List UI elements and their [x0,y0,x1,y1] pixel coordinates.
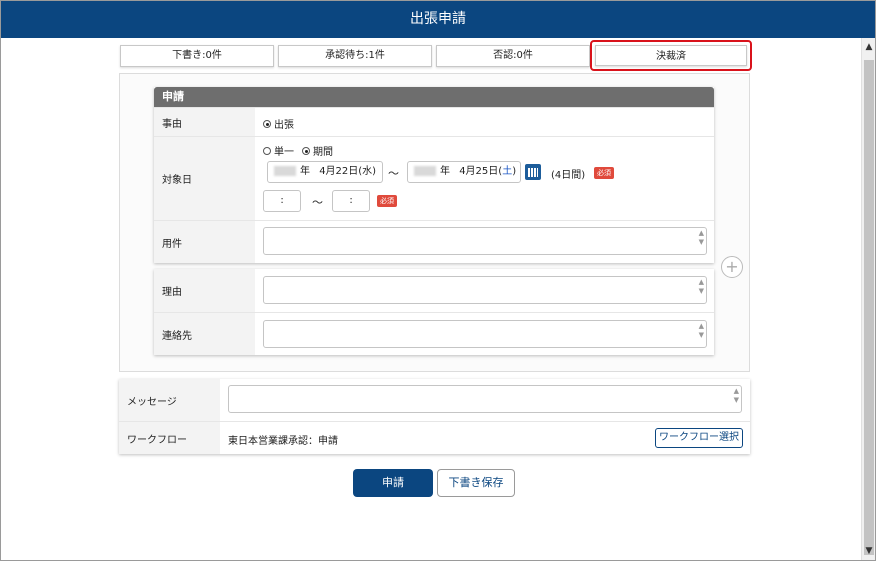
days-count: (4日間) [551,170,586,181]
start-date-field[interactable]: 年 4月22日(水) [267,161,383,183]
workflow-value: 東日本営業課承認：申請 [228,436,338,447]
radio-unselected-icon [263,147,271,155]
purpose-row: 理由 ▲ ▼ [154,269,714,312]
message-label: メッセージ [119,379,220,421]
end-date-suffix: ) [512,166,517,177]
purpose-textarea[interactable]: ▲ ▼ [263,276,707,304]
subject-row: 用件 ▲ ▼ [154,220,714,263]
message-row: メッセージ ▲ ▼ [119,379,750,421]
scrollbar-thumb[interactable] [864,60,874,555]
tab-approved-highlight[interactable]: 決裁済 [590,40,752,71]
scroll-down-icon[interactable]: ▼ [862,542,876,560]
date-range-separator: ～ [388,167,399,180]
date-mode-period-label: 期間 [313,147,333,158]
textarea-resize-icon: ▲ ▼ [698,322,704,339]
date-row: 対象日 単一 期間 年 4月22日(水) ～ 年 4月25日(土) (4日間) … [154,136,714,220]
start-time-field[interactable]: : [263,190,301,212]
purpose-label: 理由 [154,269,255,312]
contact-textarea[interactable]: ▲ ▼ [263,320,707,348]
end-date-field[interactable]: 年 4月25日(土) [407,161,521,183]
textarea-resize-icon: ▲ ▼ [698,278,704,295]
tab-rejected[interactable]: 否認:0件 [436,45,590,67]
date-mode-single-radio[interactable]: 単一 [263,143,294,158]
reason-label: 事由 [154,108,255,136]
detail-card: 理由 ▲ ▼ 連絡先 ▲ ▼ [154,269,714,355]
save-draft-button[interactable]: 下書き保存 [437,469,515,497]
start-year-suffix: 年 [300,166,310,177]
end-date-weekday: 土 [502,166,513,177]
add-item-icon[interactable]: + [721,256,743,278]
tab-pending-approval[interactable]: 承認待ち:1件 [278,45,432,67]
page-title: 出張申請 [1,1,875,38]
reason-radio[interactable]: 出張 [263,116,294,131]
end-time-field[interactable]: : [332,190,370,212]
start-date-value: 4月22日(水) [319,166,377,177]
tab-approved[interactable]: 決裁済 [595,45,747,66]
end-year-suffix: 年 [440,166,450,177]
start-year-redacted [274,166,296,176]
reason-row: 事由 出張 [154,107,714,136]
radio-selected-icon [263,120,271,128]
workflow-label: ワークフロー [119,422,220,454]
end-year-redacted [414,166,436,176]
date-mode-period-radio[interactable]: 期間 [302,143,333,158]
vertical-scrollbar[interactable]: ▲ ▼ [861,38,875,560]
subject-label: 用件 [154,221,255,263]
tab-draft[interactable]: 下書き:0件 [120,45,274,67]
application-card: 申請 事由 出張 対象日 単一 期間 年 4月22日(水) ～ 年 4月25日( [154,87,714,263]
textarea-resize-icon: ▲ ▼ [698,229,704,246]
workflow-select-button[interactable]: ワークフロー選択 [655,428,743,448]
contact-row: 連絡先 ▲ ▼ [154,312,714,355]
contact-label: 連絡先 [154,313,255,355]
date-label: 対象日 [154,137,255,220]
time-range-separator: ～ [312,196,323,209]
reason-option-label: 出張 [274,120,294,131]
required-badge-date: 必須 [594,167,614,179]
message-textarea[interactable]: ▲ ▼ [228,385,742,413]
radio-selected-icon [302,147,310,155]
scroll-up-icon[interactable]: ▲ [862,38,876,56]
textarea-resize-icon: ▲ ▼ [733,387,739,404]
calendar-icon[interactable] [525,164,541,180]
date-mode-single-label: 単一 [274,147,294,158]
status-tabs: 下書き:0件 承認待ち:1件 否認:0件 決裁済 [120,40,752,71]
required-badge-time: 必須 [377,195,397,207]
card-header: 申請 [154,87,714,107]
subject-textarea[interactable]: ▲ ▼ [263,227,707,255]
submit-button[interactable]: 申請 [353,469,433,497]
end-date-value: 4月25日( [459,166,503,177]
